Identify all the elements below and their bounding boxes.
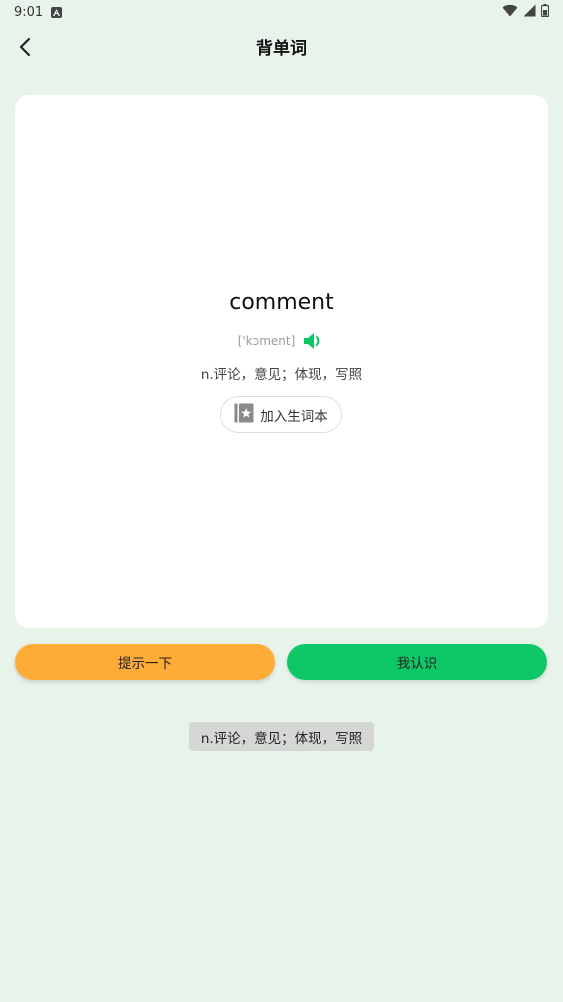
a-box-icon: [51, 6, 63, 18]
toast-message: n.评论，意见；体现，写照: [189, 722, 374, 751]
hint-button[interactable]: 提示一下: [15, 644, 275, 680]
speaker-icon[interactable]: [303, 331, 325, 351]
phonetic-text: ['kɔment]: [237, 334, 296, 348]
add-to-vocab-label: 加入生词本: [260, 408, 328, 425]
wifi-icon: [502, 4, 518, 21]
hint-button-label: 提示一下: [118, 656, 172, 672]
meaning-text: n.评论，意见；体现，写照: [200, 367, 363, 383]
word-text: comment: [229, 290, 334, 315]
know-button[interactable]: 我认识: [287, 644, 547, 680]
status-bar: 9:01: [0, 0, 563, 24]
add-to-vocab-button[interactable]: 加入生词本: [220, 396, 342, 433]
phonetic-row: ['kɔment]: [15, 331, 548, 351]
know-button-label: 我认识: [396, 656, 438, 672]
word-card: comment ['kɔment] n.评论，意见；体现，写照 加入生词本: [15, 95, 548, 628]
signal-icon: [523, 4, 536, 21]
status-time: 9:01: [14, 4, 44, 20]
toast-text: n.评论，意见；体现，写照: [200, 730, 363, 747]
battery-icon: [540, 3, 550, 21]
bookmark-star-icon: [234, 403, 254, 427]
page-title: 背单词: [256, 39, 307, 59]
app-bar: 背单词: [0, 24, 563, 74]
